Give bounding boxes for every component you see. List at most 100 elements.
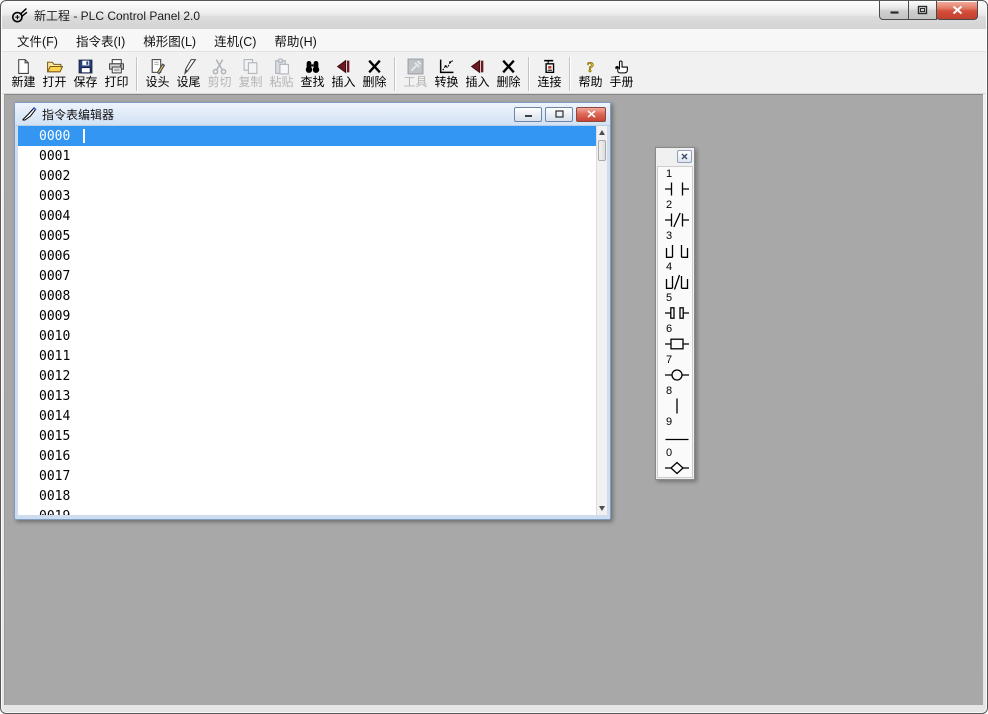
palette-button-9[interactable]: 9 (658, 417, 692, 448)
toolbar-button-tools: 工具 (400, 56, 431, 89)
menu-item-file[interactable]: 文件(F) (8, 28, 67, 53)
scrollbar-thumb[interactable] (598, 140, 606, 161)
toolbar-button-label: 打开 (42, 75, 66, 89)
toolbar-button-new[interactable]: 新建 (8, 56, 39, 89)
instruction-row[interactable]: 0011 (18, 346, 596, 366)
line-number: 0016 (39, 449, 70, 464)
instruction-row[interactable]: 0018 (18, 486, 596, 506)
editor-maximize-button[interactable] (545, 107, 573, 122)
instruction-row-selected[interactable]: 0000 (18, 126, 596, 146)
editor-title: 指令表编辑器 (42, 106, 511, 123)
scroll-down-button[interactable] (597, 502, 607, 515)
palette-key-label: 9 (666, 417, 692, 428)
maximize-icon (917, 5, 928, 15)
editor-minimize-button[interactable] (514, 107, 542, 122)
diamond-coil-icon (664, 459, 692, 482)
palette-button-2[interactable]: 2 (658, 200, 692, 231)
paste-icon (273, 57, 290, 75)
line-number: 0008 (39, 289, 70, 304)
instruction-row[interactable]: 0001 (18, 146, 596, 166)
connect-icon (541, 57, 558, 75)
minimize-icon (889, 6, 900, 15)
close-icon (952, 5, 963, 15)
line-number: 0001 (39, 149, 70, 164)
palette-button-6[interactable]: 6 (658, 324, 692, 355)
instruction-row[interactable]: 0012 (18, 366, 596, 386)
instruction-row[interactable]: 0010 (18, 326, 596, 346)
menu-item-help[interactable]: 帮助(H) (265, 28, 325, 53)
maximize-button[interactable] (908, 1, 937, 20)
toolbar-button-label: 手册 (609, 75, 633, 89)
instruction-row[interactable]: 0006 (18, 246, 596, 266)
line-number: 0017 (39, 469, 70, 484)
toolbar-button-label: 粘贴 (269, 75, 293, 89)
ladder-symbol-palette: 1234 56 789 0 (655, 147, 695, 480)
close-button[interactable] (936, 1, 978, 20)
instruction-row[interactable]: 0016 (18, 446, 596, 466)
toolbar-button-find[interactable]: 查找 (297, 56, 328, 89)
instruction-list: 0000 0001 0002000300040005 0006 0007 0008 0009… (18, 126, 607, 515)
line-number: 0007 (39, 269, 70, 284)
editor-title-bar[interactable]: 指令表编辑器 (15, 103, 610, 126)
title-bar[interactable]: 新工程 - PLC Control Panel 2.0 (2, 2, 986, 29)
menu-item-online[interactable]: 连机(C) (205, 28, 265, 53)
convert-icon (438, 57, 455, 75)
toolbar-button-label: 连接 (537, 75, 561, 89)
line-number: 0015 (39, 429, 70, 444)
toolbar-button-save[interactable]: 保存 (70, 56, 101, 89)
palette-button-1[interactable]: 1 (658, 169, 692, 200)
palette-button-5[interactable]: 5 (658, 293, 692, 324)
palette-button-8[interactable]: 8 (658, 386, 692, 417)
palette-key-label: 4 (666, 262, 692, 273)
toolbar-button-set-head[interactable]: 设头 (142, 56, 173, 89)
palette-close-button[interactable] (677, 150, 692, 163)
instruction-row[interactable]: 0003 (18, 186, 596, 206)
instruction-row[interactable]: 0005 (18, 226, 596, 246)
palette-header[interactable] (657, 149, 693, 165)
editor-icon (21, 106, 37, 122)
palette-button-7[interactable]: 7 (658, 355, 692, 386)
instruction-row[interactable]: 0004 (18, 206, 596, 226)
palette-button-0[interactable]: 0 (658, 448, 692, 479)
toolbar-button-label: 新建 (11, 75, 35, 89)
toolbar-button-manual[interactable]: 手册 (606, 56, 637, 89)
menu-item-ladder-diagram[interactable]: 梯形图(L) (134, 28, 205, 53)
toolbar-group: ?帮助手册 (575, 56, 637, 89)
instruction-row[interactable]: 0007 (18, 266, 596, 286)
instruction-row[interactable]: 0017 (18, 466, 596, 486)
palette-button-4[interactable]: 4 (658, 262, 692, 293)
toolbar-group: 新建打开保存打印 (8, 56, 132, 89)
toolbar-button-delete[interactable]: 删除 (359, 56, 390, 89)
scroll-up-button[interactable] (597, 126, 607, 139)
menu-item-instruction-list[interactable]: 指令表(I) (67, 28, 134, 53)
toolbar-button-print[interactable]: 打印 (101, 56, 132, 89)
vertical-scrollbar[interactable] (596, 126, 607, 515)
instruction-row[interactable]: 0009 (18, 306, 596, 326)
toolbar-button-delete-2[interactable]: 删除 (493, 56, 524, 89)
line-number: 0006 (39, 249, 70, 264)
toolbar-button-insert[interactable]: 插入 (328, 56, 359, 89)
instruction-row[interactable]: 0008 (18, 286, 596, 306)
toolbar-button-open[interactable]: 打开 (39, 56, 70, 89)
toolbar-button-copy: 复制 (235, 56, 266, 89)
toolbar-button-insert-2[interactable]: 插入 (462, 56, 493, 89)
toolbar-button-connect[interactable]: 连接 (534, 56, 565, 89)
instruction-row[interactable]: 0014 (18, 406, 596, 426)
close-icon (587, 110, 596, 118)
palette-key-label: 6 (666, 324, 692, 335)
delete-icon (366, 57, 383, 75)
toolbar-separator (528, 57, 530, 91)
toolbar-button-label: 转换 (434, 75, 458, 89)
instruction-row[interactable]: 0019 (18, 506, 596, 515)
toolbar-button-set-tail[interactable]: 设尾 (173, 56, 204, 89)
line-number: 0019 (39, 509, 70, 516)
palette-key-label: 0 (666, 448, 692, 459)
minimize-button[interactable] (879, 1, 909, 20)
instruction-row[interactable]: 0013 (18, 386, 596, 406)
instruction-row[interactable]: 0002 (18, 166, 596, 186)
instruction-row[interactable]: 0015 (18, 426, 596, 446)
editor-close-button[interactable] (576, 107, 606, 122)
toolbar-button-help[interactable]: ?帮助 (575, 56, 606, 89)
toolbar-button-convert[interactable]: 转换 (431, 56, 462, 89)
palette-button-3[interactable]: 3 (658, 231, 692, 262)
